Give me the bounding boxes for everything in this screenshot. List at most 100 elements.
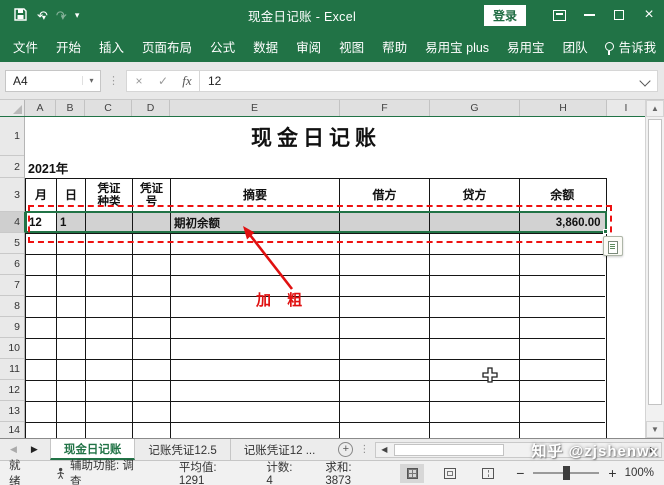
cell[interactable]	[57, 297, 86, 318]
cell[interactable]	[86, 339, 133, 360]
row-header-5[interactable]: 5	[0, 233, 24, 254]
zoom-slider-thumb[interactable]	[563, 466, 570, 480]
cell[interactable]	[520, 318, 605, 339]
cell[interactable]	[430, 339, 520, 360]
cell[interactable]	[430, 276, 520, 297]
expand-formula-bar-icon[interactable]	[637, 73, 653, 89]
header-day[interactable]: 日	[57, 179, 86, 213]
tab-help[interactable]: 帮助	[381, 37, 408, 56]
row-header-10[interactable]: 10	[0, 338, 24, 359]
vertical-scrollbar[interactable]: ▲ ▼	[645, 100, 664, 438]
login-button[interactable]: 登录	[484, 5, 526, 26]
cell[interactable]	[340, 276, 430, 297]
tab-data[interactable]: 数据	[252, 37, 279, 56]
tab-review[interactable]: 审阅	[295, 37, 322, 56]
cell[interactable]	[133, 276, 171, 297]
cell-b4[interactable]: 1	[57, 213, 86, 234]
sheet-nav-left-icon[interactable]: ◀	[10, 444, 17, 455]
cell-a4-active[interactable]: 12	[26, 213, 57, 234]
enter-icon[interactable]: ✓	[151, 74, 175, 88]
cell[interactable]	[520, 255, 605, 276]
row-header-11[interactable]: 11	[0, 359, 24, 380]
row-header-8[interactable]: 8	[0, 296, 24, 317]
cell[interactable]	[86, 276, 133, 297]
column-header-e[interactable]: E	[170, 100, 340, 116]
cell[interactable]	[430, 234, 520, 255]
view-page-break-button[interactable]	[476, 464, 500, 483]
save-icon[interactable]	[14, 8, 27, 23]
tab-yyb-plus[interactable]: 易用宝 plus	[424, 37, 490, 56]
column-header-h[interactable]: H	[520, 100, 607, 116]
cell[interactable]	[171, 423, 340, 438]
tell-me-button[interactable]: 告诉我	[605, 37, 657, 56]
cell[interactable]	[26, 402, 57, 423]
insert-function-icon[interactable]: fx	[175, 73, 199, 89]
cell[interactable]	[520, 423, 605, 438]
cell[interactable]	[26, 318, 57, 339]
cell[interactable]	[171, 234, 340, 255]
formula-input[interactable]	[200, 73, 637, 89]
cell[interactable]	[57, 339, 86, 360]
row-header-6[interactable]: 6	[0, 254, 24, 275]
cell[interactable]	[86, 423, 133, 438]
cell[interactable]	[171, 318, 340, 339]
zoom-slider[interactable]	[533, 472, 599, 474]
row-header-12[interactable]: 12	[0, 380, 24, 401]
column-header-d[interactable]: D	[132, 100, 170, 116]
cell[interactable]	[86, 297, 133, 318]
cell[interactable]	[26, 234, 57, 255]
cell[interactable]	[26, 360, 57, 381]
cell[interactable]	[57, 402, 86, 423]
row-header-13[interactable]: 13	[0, 401, 24, 422]
cell[interactable]	[26, 381, 57, 402]
cell[interactable]	[430, 255, 520, 276]
cell[interactable]	[340, 402, 430, 423]
cell[interactable]	[171, 381, 340, 402]
cell[interactable]	[340, 318, 430, 339]
cell[interactable]	[26, 276, 57, 297]
zoom-out-button[interactable]: −	[516, 465, 524, 481]
hscroll-left-icon[interactable]: ◀	[376, 443, 392, 457]
cell[interactable]	[340, 339, 430, 360]
close-button[interactable]: ×	[634, 0, 664, 30]
cell[interactable]	[133, 423, 171, 438]
cell[interactable]	[86, 360, 133, 381]
select-all-corner[interactable]	[0, 100, 25, 116]
cell[interactable]	[133, 318, 171, 339]
scroll-up-icon[interactable]: ▲	[646, 100, 664, 117]
qat-customize-icon[interactable]: ▾	[75, 11, 80, 20]
cell[interactable]	[340, 423, 430, 438]
add-sheet-button[interactable]: +	[338, 442, 353, 457]
cell[interactable]	[430, 297, 520, 318]
accessibility-status[interactable]: 辅助功能: 调查	[55, 457, 141, 485]
name-box[interactable]: A4 ▾	[5, 70, 101, 92]
cell[interactable]	[133, 360, 171, 381]
horizontal-scroll-thumb[interactable]	[394, 444, 504, 456]
cell[interactable]	[340, 255, 430, 276]
tab-insert[interactable]: 插入	[98, 37, 125, 56]
column-header-c[interactable]: C	[85, 100, 132, 116]
cell[interactable]	[57, 255, 86, 276]
cell[interactable]	[340, 297, 430, 318]
cell[interactable]	[340, 234, 430, 255]
zoom-level[interactable]: 100%	[625, 467, 654, 479]
header-summary[interactable]: 摘要	[171, 179, 340, 213]
cell[interactable]	[430, 423, 520, 438]
cell[interactable]	[520, 276, 605, 297]
undo-icon[interactable]: ↶▾	[37, 9, 46, 22]
cell[interactable]	[520, 402, 605, 423]
cell[interactable]	[133, 339, 171, 360]
cell[interactable]	[86, 255, 133, 276]
cell[interactable]	[26, 339, 57, 360]
vertical-scroll-thumb[interactable]	[648, 119, 662, 405]
paste-options-icon[interactable]	[603, 236, 623, 256]
row-header-3[interactable]: 3	[0, 178, 24, 212]
tab-page-layout[interactable]: 页面布局	[141, 37, 193, 56]
tab-team[interactable]: 团队	[562, 37, 589, 56]
cell[interactable]	[57, 360, 86, 381]
cell[interactable]	[171, 402, 340, 423]
cell[interactable]	[171, 339, 340, 360]
cell[interactable]	[520, 297, 605, 318]
cell[interactable]	[86, 234, 133, 255]
cell[interactable]	[57, 318, 86, 339]
